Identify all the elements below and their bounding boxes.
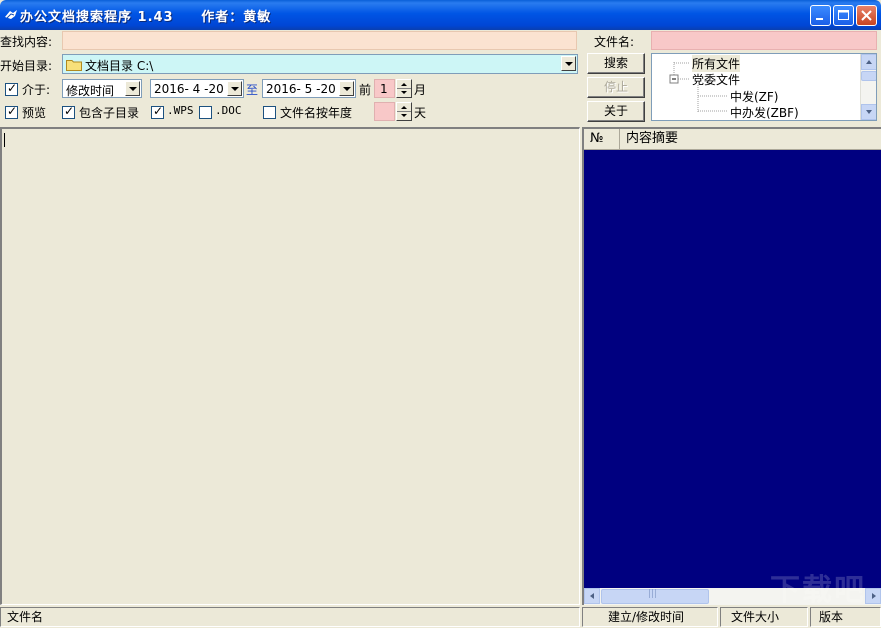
column-number[interactable]: № [584,129,620,150]
minimize-icon [816,18,823,20]
wps-checkbox[interactable] [151,104,164,119]
tree-item[interactable]: 中发(ZF) [730,88,779,105]
scroll-thumb[interactable] [601,589,709,604]
date-field-dropdown-icon[interactable] [125,81,140,96]
months-spinner[interactable] [396,79,412,98]
wps-label: .WPS [167,104,194,117]
window-title: 办公文档搜索程序 1.43 作者：黄敏 [20,10,272,25]
start-dir-dropdown-icon[interactable] [561,56,576,71]
start-dir-select[interactable]: 文档目录 C:\ [62,54,578,74]
subdir-label: 包含子目录 [79,106,140,120]
preview-checkbox[interactable] [5,104,18,119]
year-checkbox[interactable] [263,106,276,119]
tree-item[interactable]: 所有文件 [692,55,741,72]
date-field-select[interactable]: 修改时间 [62,79,142,98]
doc-checkbox[interactable] [199,106,212,119]
content-input[interactable] [62,31,577,50]
status-modified-time: 建立/修改时间 [582,607,718,627]
minimize-button[interactable] [810,5,831,26]
before-label: 前 [359,83,372,97]
results-list[interactable]: № 内容摘要 [582,127,881,605]
column-summary[interactable]: 内容摘要 [620,129,881,150]
from-date-dropdown-icon[interactable] [227,81,242,96]
scroll-down-icon[interactable] [861,104,876,120]
text-caret [4,133,5,147]
days-input[interactable] [374,102,395,121]
content-label: 查找内容: [0,35,53,49]
close-icon [861,10,872,21]
scroll-right-icon[interactable] [865,588,881,604]
tree-scrollbar[interactable] [860,54,876,120]
from-date-picker[interactable]: 2016- 4 -20 [150,79,244,98]
start-dir-label: 开始目录: [0,59,53,73]
watermark-logo: 下载吧 [770,573,866,608]
days-spinner[interactable] [396,102,412,121]
subdir-checkbox[interactable] [62,104,75,119]
tree-item[interactable]: 中办发(ZBF) [730,104,799,120]
month-unit-label: 月 [414,83,427,97]
about-button[interactable]: 关于 [587,101,645,122]
to-label: 至 [246,83,259,97]
preview-label: 预览 [22,106,47,120]
filename-input[interactable] [651,31,877,50]
maximize-icon [838,10,849,20]
title-bar[interactable]: 办公文档搜索程序 1.43 作者：黄敏 [0,0,881,30]
close-button[interactable] [856,5,877,26]
scroll-left-icon[interactable] [584,588,600,604]
status-version: 版本 [810,607,881,627]
between-label: 介于: [22,83,51,97]
category-tree[interactable]: 所有文件 党委文件 中发(ZF) 中办发(ZBF) [651,53,877,121]
year-label: 文件名按年度 [280,106,353,120]
maximize-button[interactable] [833,5,854,26]
tree-item[interactable]: 党委文件 [692,71,740,88]
preview-pane[interactable] [0,127,580,605]
folder-icon [66,60,82,71]
status-file-size: 文件大小 [720,607,808,627]
doc-label: .DOC [215,104,242,117]
search-button[interactable]: 搜索 [587,53,645,74]
scroll-thumb[interactable] [861,71,876,81]
app-icon [5,10,17,19]
scroll-up-icon[interactable] [861,54,876,70]
months-input[interactable]: 1 [374,79,395,98]
to-date-dropdown-icon[interactable] [339,81,354,96]
stop-button[interactable]: 停止 [587,77,645,98]
status-bar: 文件名 建立/修改时间 文件大小 版本 [0,606,881,628]
start-dir-value: 文档目录 C:\ [85,59,154,73]
between-checkbox[interactable] [5,81,18,96]
results-header: № 内容摘要 [584,129,881,150]
day-unit-label: 天 [414,106,427,120]
to-date-picker[interactable]: 2016- 5 -20 [262,79,356,98]
status-filename: 文件名 [0,607,580,627]
filename-label: 文件名: [594,35,635,49]
